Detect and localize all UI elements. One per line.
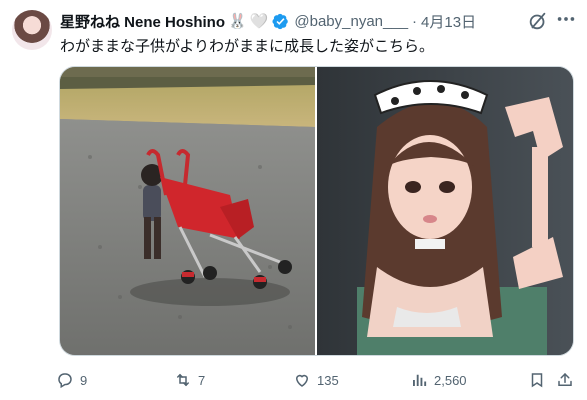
like-count: 135: [317, 372, 339, 388]
display-name[interactable]: 星野ねね Nene Hoshino: [60, 11, 225, 32]
reply-icon: [58, 373, 72, 389]
share-button[interactable]: [556, 368, 580, 392]
bookmark-icon: [531, 373, 543, 388]
view-count: 2,560: [434, 372, 467, 388]
analytics-icon: [413, 374, 427, 386]
tweet-header: 星野ねね Nene Hoshino 🐰 🤍 @baby_nyan___ · 4月…: [60, 10, 579, 32]
verified-icon: [272, 13, 289, 30]
separator-dot: ·: [412, 12, 418, 30]
bunny-emoji: 🐰: [228, 12, 247, 30]
retweet-count: 7: [198, 372, 206, 388]
reply-count: 9: [80, 372, 88, 388]
share-icon: [558, 372, 572, 386]
action-bar: 9 7 135 2,560: [56, 368, 581, 392]
tweet-text: わがままな子供がよりわがままに成長した姿がこちら。: [60, 38, 434, 55]
media-grid[interactable]: [59, 66, 574, 356]
avatar[interactable]: [12, 10, 52, 50]
views-button[interactable]: 2,560: [410, 368, 467, 392]
heart-emoji: 🤍: [249, 12, 269, 30]
more-options-icon[interactable]: [555, 8, 577, 30]
heart-icon: [295, 374, 309, 387]
author-handle[interactable]: @baby_nyan___: [294, 13, 408, 30]
tweet-date[interactable]: 4月13日: [421, 11, 476, 32]
retweet-button[interactable]: 7: [174, 368, 205, 392]
retweet-icon: [177, 373, 189, 387]
grok-icon[interactable]: [527, 10, 549, 32]
childhood-photo[interactable]: [60, 67, 315, 355]
bookmark-button[interactable]: [528, 368, 552, 392]
maid-portrait-photo[interactable]: [317, 67, 573, 355]
like-button[interactable]: 135: [293, 368, 339, 392]
reply-button[interactable]: 9: [56, 368, 87, 392]
